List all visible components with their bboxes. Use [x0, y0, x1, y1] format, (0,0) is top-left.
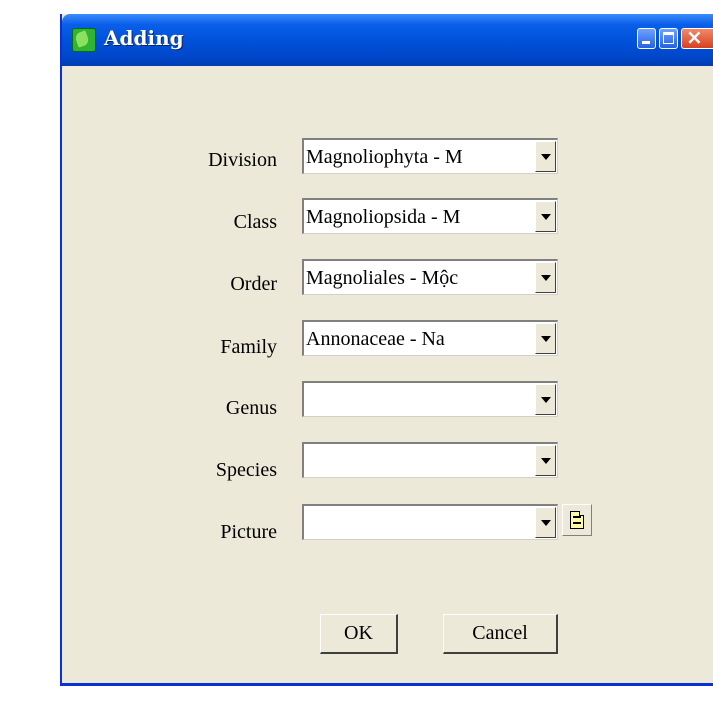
division-combo[interactable]: Magnoliophyta - M	[302, 138, 558, 174]
order-combo[interactable]: Magnoliales - Mộc	[302, 259, 558, 295]
chevron-down-icon[interactable]	[535, 201, 556, 232]
order-label: Order	[230, 273, 277, 295]
maximize-icon[interactable]	[659, 28, 678, 49]
ok-button[interactable]: OK	[320, 614, 398, 654]
family-value: Annonaceae - Na	[306, 328, 445, 350]
chevron-down-icon[interactable]	[535, 384, 556, 415]
class-value: Magnoliopsida - M	[306, 206, 461, 228]
species-combo[interactable]	[302, 442, 558, 478]
chevron-down-icon[interactable]	[535, 445, 556, 476]
order-value: Magnoliales - Mộc	[306, 267, 459, 289]
division-value: Magnoliophyta - M	[306, 146, 463, 168]
close-icon[interactable]	[681, 25, 713, 49]
cancel-button[interactable]: Cancel	[443, 614, 558, 654]
browse-picture-button[interactable]	[562, 504, 592, 536]
class-label: Class	[233, 211, 277, 233]
species-label: Species	[215, 459, 277, 481]
picture-combo[interactable]	[302, 504, 558, 540]
genus-value	[306, 386, 531, 414]
division-label: Division	[208, 149, 277, 171]
chevron-down-icon[interactable]	[535, 141, 556, 172]
species-value	[306, 447, 531, 475]
minimize-icon[interactable]	[637, 28, 656, 49]
window-title: Adding	[104, 26, 184, 50]
chevron-down-icon[interactable]	[535, 262, 556, 293]
adding-dialog: Adding Division Magnoliophyta - M Class …	[60, 14, 713, 686]
picture-label: Picture	[220, 521, 277, 543]
family-combo[interactable]: Annonaceae - Na	[302, 320, 558, 356]
genus-label: Genus	[225, 397, 277, 419]
document-icon	[570, 511, 584, 529]
family-label: Family	[220, 336, 277, 358]
class-combo[interactable]: Magnoliopsida - M	[302, 198, 558, 234]
chevron-down-icon[interactable]	[535, 507, 556, 538]
leaf-icon	[72, 28, 96, 52]
genus-combo[interactable]	[302, 381, 558, 417]
picture-value	[306, 509, 531, 537]
title-bar[interactable]: Adding	[62, 14, 713, 66]
chevron-down-icon[interactable]	[535, 323, 556, 354]
